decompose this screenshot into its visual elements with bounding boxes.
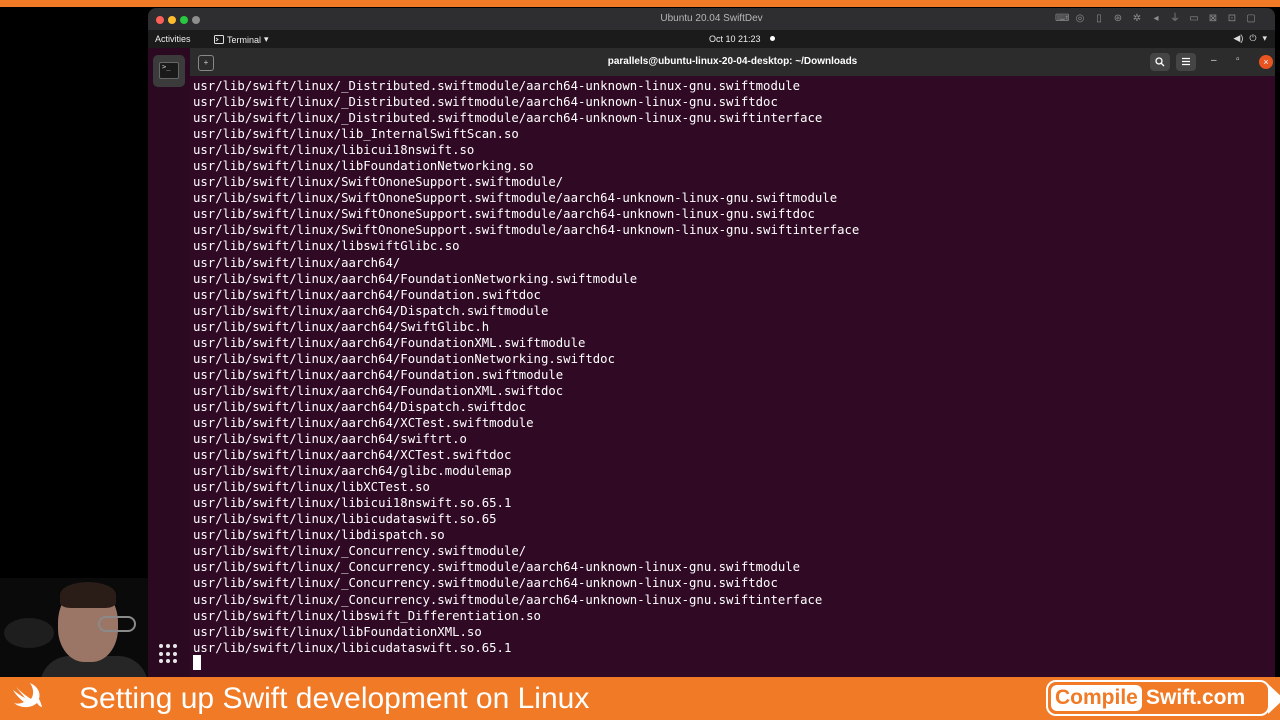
terminal-line: usr/lib/swift/linux/SwiftOnoneSupport.sw… (193, 175, 564, 190)
clock[interactable]: Oct 10 21:23 (709, 34, 761, 44)
terminal-line: usr/lib/swift/linux/aarch64/FoundationXM… (193, 335, 586, 350)
lower-third-banner: Setting up Swift development on Linux Co… (0, 677, 1280, 720)
system-tray[interactable]: ◀) ⏻ ▾ (1233, 33, 1267, 44)
terminal-line: usr/lib/swift/linux/_Concurrency.swiftmo… (193, 544, 527, 559)
terminal-line: usr/lib/swift/linux/libicui18nswift.so (193, 143, 475, 158)
terminal-line: usr/lib/swift/linux/aarch64/glibc.module… (193, 464, 512, 479)
compileswift-logo: Compile Swift.com (1046, 680, 1280, 716)
hamburger-menu-button[interactable] (1176, 53, 1196, 71)
keyboard-icon[interactable]: ⌨ (1055, 13, 1069, 24)
hamburger-icon (1182, 57, 1190, 66)
left-background (0, 7, 148, 677)
vm-status-icons: ⌨ ◎ ▯ ⊛ ✲ ◂ ⏚ ▭ ⊠ ⊡ ▢ (1055, 13, 1257, 24)
terminal-line: usr/lib/swift/linux/_Distributed.swiftmo… (193, 111, 823, 126)
terminal-line: usr/lib/swift/linux/lib_InternalSwiftSca… (193, 127, 519, 142)
dock-terminal-launcher[interactable]: >_ (153, 55, 185, 87)
terminal-line: usr/lib/swift/linux/libicui18nswift.so.6… (193, 496, 512, 511)
terminal-title: parallels@ubuntu-linux-20-04-desktop: ~/… (607, 56, 858, 67)
terminal-line: usr/lib/swift/linux/libFoundationNetwork… (193, 159, 534, 174)
maximize-button[interactable]: ▫ (1236, 54, 1240, 65)
notification-dot (770, 36, 775, 41)
folder-icon[interactable]: ▭ (1188, 13, 1200, 24)
search-icon (1155, 57, 1165, 67)
terminal-line: usr/lib/swift/linux/SwiftOnoneSupport.sw… (193, 223, 860, 238)
right-background (1275, 7, 1280, 677)
brand-compile: Compile (1051, 685, 1142, 711)
camera-icon[interactable]: ⊠ (1207, 13, 1219, 24)
sound-icon[interactable]: ◂ (1150, 13, 1162, 24)
terminal-output[interactable]: usr/lib/swift/linux/_Distributed.swiftmo… (190, 76, 1275, 677)
lock-icon[interactable]: ▯ (1093, 13, 1105, 24)
usb-icon[interactable]: ⏚ (1169, 13, 1181, 24)
terminal-line: usr/lib/swift/linux/aarch64/FoundationNe… (193, 351, 615, 366)
terminal-line: usr/lib/swift/linux/aarch64/Foundation.s… (193, 367, 564, 382)
presenter-webcam (0, 578, 148, 677)
terminal-line: usr/lib/swift/linux/aarch64/Foundation.s… (193, 287, 541, 302)
minimize-button[interactable]: – (1211, 55, 1217, 66)
top-accent-strip (0, 0, 1280, 7)
terminal-icon (214, 35, 224, 44)
show-applications-button[interactable] (159, 644, 179, 664)
terminal-line: usr/lib/swift/linux/libdispatch.so (193, 528, 445, 543)
chevron-down-icon: ▾ (264, 34, 269, 44)
search-button[interactable] (1150, 53, 1170, 71)
terminal-line: usr/lib/swift/linux/libicudataswift.so.6… (193, 640, 512, 655)
terminal-line: usr/lib/swift/linux/aarch64/SwiftGlibc.h (193, 319, 490, 334)
network-icon[interactable]: ⊛ (1112, 13, 1124, 24)
terminal-line: usr/lib/swift/linux/aarch64/XCTest.swift… (193, 415, 534, 430)
ubuntu-top-bar: Activities Terminal ▾ Oct 10 21:23 ◀) ⏻ … (148, 30, 1275, 48)
arrow-icon (1268, 684, 1280, 714)
terminal-line: usr/lib/swift/linux/libswiftGlibc.so (193, 239, 460, 254)
share-icon[interactable]: ⊡ (1226, 13, 1238, 24)
terminal-line: usr/lib/swift/linux/aarch64/swiftrt.o (193, 432, 467, 447)
swift-logo-icon (13, 683, 42, 708)
terminal-line: usr/lib/swift/linux/libicudataswift.so.6… (193, 512, 497, 527)
terminal-lines: usr/lib/swift/linux/_Distributed.swiftmo… (193, 78, 859, 656)
terminal-line: usr/lib/swift/linux/_Distributed.swiftmo… (193, 79, 801, 93)
ubuntu-dock: >_ (148, 48, 190, 677)
terminal-line: usr/lib/swift/linux/_Distributed.swiftmo… (193, 95, 778, 110)
terminal-cursor (193, 655, 201, 670)
terminal-headerbar[interactable]: + parallels@ubuntu-linux-20-04-desktop: … (190, 48, 1275, 76)
terminal-app-menu[interactable]: Terminal ▾ (214, 34, 269, 45)
window-icon[interactable]: ▢ (1245, 13, 1257, 24)
settings-icon[interactable]: ✲ (1131, 13, 1143, 24)
video-title: Setting up Swift development on Linux (79, 682, 590, 715)
terminal-line: usr/lib/swift/linux/aarch64/XCTest.swift… (193, 448, 512, 463)
vm-window-titlebar[interactable]: Ubuntu 20.04 SwiftDev ⌨ ◎ ▯ ⊛ ✲ ◂ ⏚ ▭ ⊠ … (148, 8, 1275, 30)
terminal-line: usr/lib/swift/linux/aarch64/Dispatch.swi… (193, 399, 527, 414)
terminal-icon: >_ (159, 62, 179, 79)
terminal-line: usr/lib/swift/linux/libswift_Differentia… (193, 608, 541, 623)
terminal-line: usr/lib/swift/linux/aarch64/ (193, 255, 401, 270)
terminal-line: usr/lib/swift/linux/aarch64/FoundationXM… (193, 383, 564, 398)
power-icon: ⏻ (1249, 33, 1257, 43)
volume-icon: ◀) (1233, 33, 1244, 43)
globe-icon[interactable]: ◎ (1074, 13, 1086, 24)
terminal-line: usr/lib/swift/linux/libFoundationXML.so (193, 624, 482, 639)
terminal-line: usr/lib/swift/linux/_Concurrency.swiftmo… (193, 592, 823, 607)
activities-button[interactable]: Activities (155, 34, 191, 44)
close-button[interactable]: × (1259, 55, 1273, 69)
terminal-line: usr/lib/swift/linux/_Concurrency.swiftmo… (193, 576, 778, 591)
terminal-line: usr/lib/swift/linux/aarch64/Dispatch.swi… (193, 303, 549, 318)
terminal-menu-label: Terminal (227, 34, 262, 45)
terminal-line: usr/lib/swift/linux/SwiftOnoneSupport.sw… (193, 191, 838, 206)
terminal-line: usr/lib/swift/linux/aarch64/FoundationNe… (193, 271, 638, 286)
terminal-line: usr/lib/swift/linux/_Concurrency.swiftmo… (193, 560, 801, 575)
chevron-down-icon: ▾ (1262, 33, 1267, 43)
brand-swift-com: Swift.com (1146, 686, 1246, 709)
terminal-line: usr/lib/swift/linux/SwiftOnoneSupport.sw… (193, 207, 815, 222)
terminal-line: usr/lib/swift/linux/libXCTest.so (193, 480, 430, 495)
